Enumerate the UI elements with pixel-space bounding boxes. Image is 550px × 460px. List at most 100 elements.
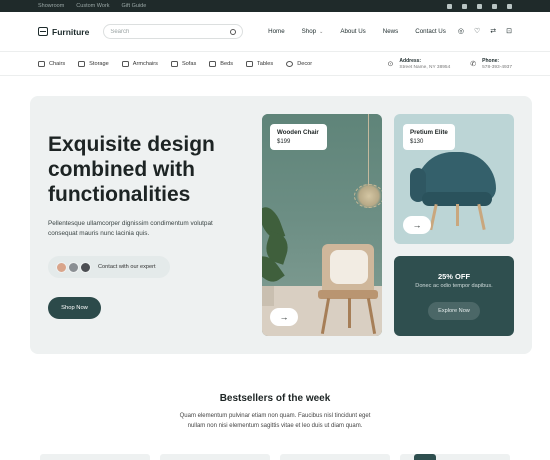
nav-home[interactable]: Home: [268, 28, 285, 35]
hero-description: Pellentesque ullamcorper dignissim condi…: [48, 220, 213, 238]
arrow-right-icon: →: [412, 220, 422, 230]
hero-section: Exquisite design combined with functiona…: [30, 96, 532, 354]
contact-info: ⊙ Address: Street Name, NY 38954 ✆ Phone…: [388, 58, 512, 70]
compare-icon[interactable]: ⇄: [490, 28, 496, 35]
category-beds[interactable]: Beds: [209, 60, 234, 67]
top-bar: Showroom Custom Work Gift Guide: [0, 0, 550, 12]
arrow-right-button[interactable]: →: [270, 308, 298, 326]
product-card-wooden-chair[interactable]: Wooden Chair $199 →: [262, 114, 382, 336]
category-tables[interactable]: Tables: [246, 60, 274, 67]
top-link-showroom[interactable]: Showroom: [38, 3, 64, 9]
product-card-peek: [280, 454, 390, 460]
user-icon[interactable]: ◎: [458, 28, 464, 35]
product-card-pretium-elite[interactable]: Pretium Elite $130 →: [394, 114, 514, 244]
address-block: ⊙ Address: Street Name, NY 38954: [388, 58, 451, 70]
top-link-custom-work[interactable]: Custom Work: [76, 3, 109, 9]
instagram-icon[interactable]: [477, 3, 482, 9]
logo-text: Furniture: [52, 26, 90, 37]
armchair-leg: [477, 204, 486, 230]
explore-now-button[interactable]: Explore Now: [428, 302, 480, 320]
arrow-right-icon: →: [279, 312, 289, 322]
youtube-icon[interactable]: [507, 3, 512, 9]
sofa-icon: [170, 60, 178, 67]
promo-text: Donec ac odio tempor dapibus.: [415, 283, 493, 289]
lamp-cord: [368, 114, 369, 186]
category-label: Beds: [220, 60, 234, 67]
category-chairs[interactable]: Chairs: [38, 60, 66, 67]
decor-icon: [286, 60, 294, 67]
address-label: Address:: [399, 57, 422, 64]
category-sofas[interactable]: Sofas: [170, 60, 197, 67]
nav-contact-us[interactable]: Contact Us: [415, 28, 446, 35]
phone-label: Phone:: [482, 57, 500, 64]
category-label: Decor: [297, 60, 313, 67]
category-list: Chairs Storage Armchairs Sofas Beds Tabl…: [38, 60, 313, 67]
category-label: Armchairs: [132, 60, 158, 67]
category-bar: Chairs Storage Armchairs Sofas Beds Tabl…: [0, 52, 550, 76]
section-description: Quam elementum pulvinar etiam non quam. …: [179, 413, 371, 429]
product-price: $130: [410, 139, 424, 145]
product-card-peek: [40, 454, 150, 460]
header-icons: ◎ ♡ ⇄ ⊡: [458, 28, 512, 35]
logo-icon: [38, 27, 48, 36]
promo-card: 25% OFF Donec ac odio tempor dapibus. Ex…: [394, 256, 514, 336]
bed-icon: [209, 60, 217, 67]
category-armchairs[interactable]: Armchairs: [121, 60, 158, 67]
category-label: Chairs: [49, 60, 66, 67]
product-name: Pretium Elite: [410, 129, 448, 136]
chevron-down-icon: ⌄: [319, 29, 324, 35]
expert-contact[interactable]: Contact with our expert: [48, 256, 170, 278]
arrow-right-button[interactable]: →: [403, 216, 431, 234]
nav-about-us[interactable]: About Us: [340, 28, 365, 35]
search-icon[interactable]: [230, 28, 237, 35]
shop-now-button[interactable]: Shop Now: [48, 297, 101, 319]
twitter-icon[interactable]: [462, 3, 467, 9]
product-card-peek: [160, 454, 270, 460]
avatar: [68, 261, 79, 273]
phone-icon: ✆: [470, 60, 477, 68]
plant-pot: [262, 286, 274, 306]
search-box: [103, 24, 244, 39]
avatar: [56, 261, 67, 273]
logo[interactable]: Furniture: [38, 27, 89, 37]
heart-icon[interactable]: ♡: [474, 28, 480, 35]
main-nav: Home Shop ⌄ About Us News Contact Us: [268, 28, 446, 35]
hero-title: Exquisite design combined with functiona…: [48, 133, 215, 207]
social-links: [447, 3, 512, 9]
chair-leg: [348, 298, 351, 328]
category-label: Tables: [257, 60, 274, 67]
phone-block: ✆ Phone: 578-393-4937: [470, 58, 512, 70]
promo-headline: 25% OFF: [437, 272, 471, 281]
product-name: Wooden Chair: [277, 129, 319, 136]
category-label: Sofas: [181, 60, 197, 67]
category-decor[interactable]: Decor: [286, 60, 313, 67]
table-icon: [246, 60, 254, 67]
search-input[interactable]: [110, 28, 221, 35]
price-tag: Pretium Elite $130: [403, 124, 455, 150]
section-title: Bestsellers of the week: [219, 393, 331, 404]
chair-pillow: [330, 250, 368, 284]
category-label: Storage: [89, 60, 109, 67]
top-links: Showroom Custom Work Gift Guide: [38, 3, 146, 9]
badge-peek: [414, 454, 436, 460]
expert-contact-label: Contact with our expert: [98, 264, 156, 270]
nav-news[interactable]: News: [383, 28, 398, 35]
top-link-gift-guide[interactable]: Gift Guide: [122, 3, 147, 9]
storage-icon: [78, 60, 86, 67]
chair-icon: [38, 60, 45, 67]
price-tag: Wooden Chair $199: [270, 124, 327, 150]
facebook-icon[interactable]: [447, 3, 452, 9]
armchair-icon: [121, 60, 129, 67]
pendant-lamp: [354, 184, 382, 208]
armchair-leg: [456, 204, 459, 226]
linkedin-icon[interactable]: [492, 3, 497, 9]
location-pin-icon: ⊙: [387, 60, 394, 68]
nav-shop-label: Shop: [301, 28, 317, 35]
category-storage[interactable]: Storage: [78, 60, 109, 67]
main-header: Furniture Home Shop⌄ About Us News Conta…: [0, 12, 550, 52]
product-price: $199: [277, 139, 291, 145]
cart-icon[interactable]: ⊡: [506, 28, 512, 35]
avatar: [80, 261, 91, 273]
nav-shop[interactable]: Shop ⌄: [302, 28, 324, 35]
phone-value[interactable]: 578-393-4937: [482, 65, 512, 70]
